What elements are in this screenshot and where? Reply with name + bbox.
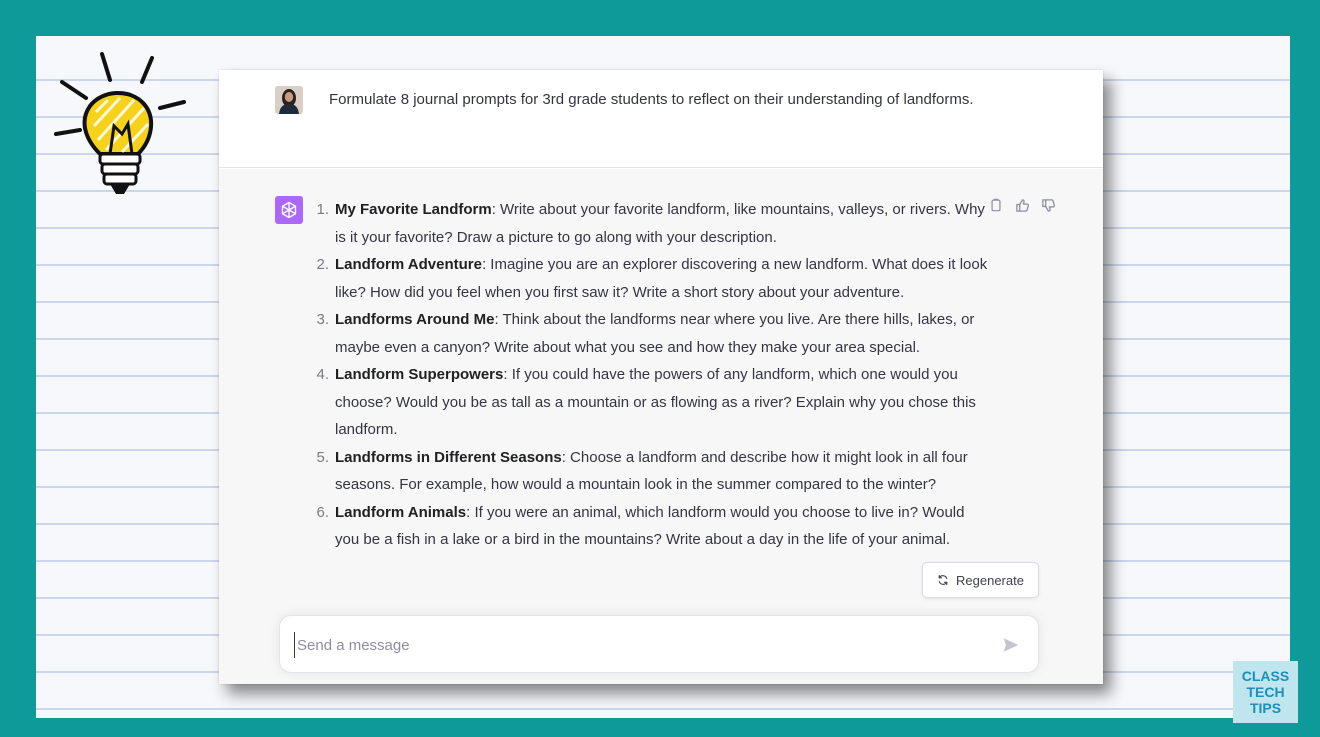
item-title: Landform Superpowers (335, 366, 504, 383)
user-avatar (275, 86, 303, 114)
list-item: 4. Landform Superpowers: If you could hav… (309, 361, 989, 444)
item-number: 6. (316, 503, 329, 521)
logo-line: TIPS (1249, 700, 1282, 716)
class-tech-tips-logo: CLASS TECH TIPS (1233, 661, 1298, 723)
user-message-text: Formulate 8 journal prompts for 3rd grad… (329, 91, 974, 108)
message-composer (279, 615, 1039, 673)
logo-line: CLASS (1241, 668, 1290, 684)
thumbs-down-icon[interactable] (1039, 196, 1057, 214)
item-number: 4. (316, 366, 329, 383)
item-title: Landforms in Different Seasons (335, 448, 562, 466)
refresh-icon (938, 574, 948, 586)
list-item: 3. Landforms Around Me: Think about the l… (309, 306, 989, 361)
item-number: 1. (316, 201, 329, 218)
regenerate-label: Regenerate (956, 572, 1024, 588)
item-number: 3. (316, 311, 329, 328)
chat-window: Formulate 8 journal prompts for 3rd grad… (219, 70, 1103, 684)
copy-icon[interactable] (987, 196, 1005, 214)
item-title: Landforms Around Me (335, 311, 495, 328)
list-item: 2. Landform Adventure: Imagine you are an… (309, 251, 989, 306)
item-number: 2. (316, 256, 329, 273)
message-actions (987, 196, 1057, 214)
user-message-row: Formulate 8 journal prompts for 3rd grad… (219, 70, 1103, 168)
item-title: My Favorite Landform (335, 201, 492, 218)
list-item: 6. Landform Animals: If you were an anima… (309, 499, 989, 554)
item-number: 5. (316, 448, 329, 466)
list-item: 1. My Favorite Landform: Write about your… (309, 196, 989, 251)
list-item: 5. Landforms in Different Seasons: Choose… (309, 444, 989, 499)
logo-line: TECH (1246, 684, 1285, 700)
lightbulb-icon (54, 52, 186, 194)
journal-prompt-list: 1. My Favorite Landform: Write about your… (309, 196, 989, 554)
message-input[interactable] (294, 632, 974, 658)
item-title: Landform Adventure (335, 256, 482, 273)
thumbs-up-icon[interactable] (1013, 196, 1031, 214)
send-icon[interactable] (1002, 636, 1020, 654)
item-title: Landform Animals (335, 503, 467, 521)
regenerate-button[interactable]: Regenerate (922, 562, 1039, 598)
chatgpt-logo-icon (275, 196, 303, 224)
